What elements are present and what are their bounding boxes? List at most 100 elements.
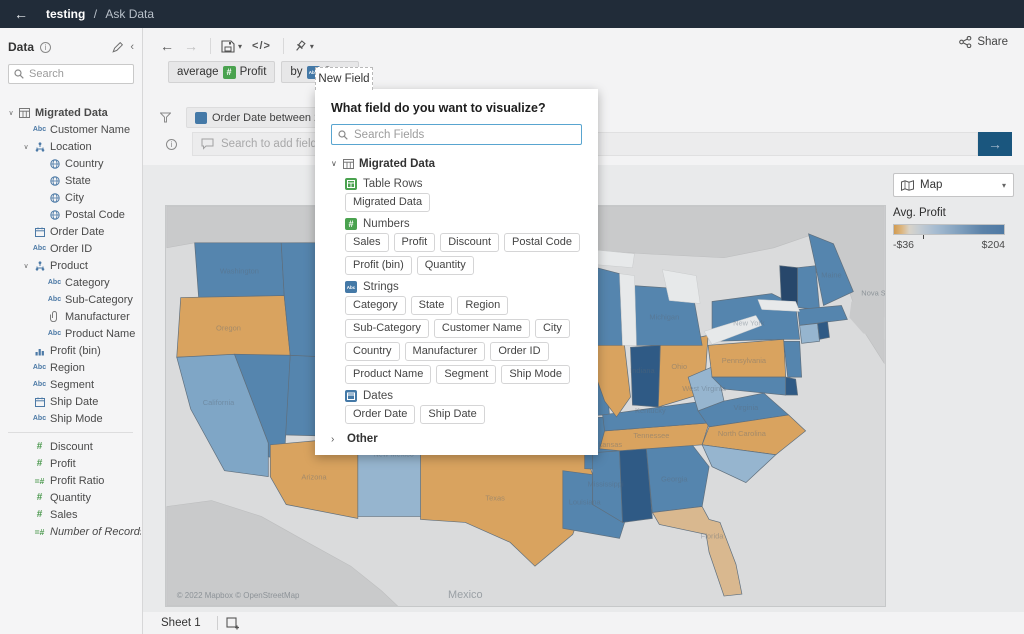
field-pill-ship-date[interactable]: Ship Date (420, 405, 485, 424)
field-pill-profit-bin-[interactable]: Profit (bin) (345, 256, 412, 275)
field-pill-customer-name[interactable]: Customer Name (433, 319, 530, 338)
back-arrow-icon[interactable]: ← (14, 6, 28, 22)
table-icon (16, 107, 33, 118)
field-pill-order-date[interactable]: Order Date (345, 405, 416, 424)
share-button[interactable]: Share (959, 36, 1008, 48)
field-pill-sub-category[interactable]: Sub-Category (345, 319, 429, 338)
save-button[interactable]: ▾ (221, 39, 242, 53)
new-sheet-button[interactable] (226, 616, 240, 630)
field-row-product[interactable]: ∨ Product (0, 257, 141, 274)
info-icon[interactable]: i (40, 41, 52, 53)
field-pill-product-name[interactable]: Product Name (345, 365, 432, 384)
field-pill-state[interactable]: State (410, 296, 453, 315)
datasource-table-icon (343, 158, 354, 169)
field-row-state[interactable]: State (0, 172, 141, 189)
chevron-down-icon[interactable]: ∨ (21, 143, 31, 151)
popup-field-groups: Table Rows Migrated Data # Numbers Sales Prof… (345, 178, 582, 424)
field-pill-discount[interactable]: Discount (440, 233, 500, 252)
field-label: Manufacturer (65, 310, 130, 323)
embed-code-button[interactable]: </> (252, 40, 271, 52)
collapse-pane-icon[interactable]: ‹ (130, 41, 134, 53)
field-row-profit-ratio[interactable]: =# Profit Ratio (0, 472, 141, 489)
field-row-ship-mode[interactable]: Abc Ship Mode (0, 410, 141, 427)
state-RI[interactable] (817, 321, 830, 340)
field-pill-quantity[interactable]: Quantity (416, 256, 474, 275)
edit-pencil-icon[interactable] (112, 41, 124, 53)
submit-query-button[interactable]: → (978, 132, 1012, 156)
field-row-city[interactable]: City (0, 189, 141, 206)
calculated-number-icon: =# (34, 526, 45, 537)
state-IN[interactable] (630, 344, 661, 408)
state-label: Oregon (216, 323, 241, 332)
field-row-category[interactable]: Abc Category (0, 274, 141, 291)
state-label: Georgia (661, 475, 688, 484)
field-row-discount[interactable]: # Discount (0, 438, 141, 455)
field-pill-region[interactable]: Region (457, 296, 509, 315)
field-row-country[interactable]: Country (0, 155, 141, 172)
popup-source-row[interactable]: ∨ Migrated Data (331, 155, 582, 172)
histogram-icon (31, 346, 48, 356)
number-icon: # (36, 458, 43, 469)
sheet-bar: Sheet 1 (143, 612, 1024, 634)
field-row-number-of-records[interactable]: =# Number of Records (0, 523, 141, 540)
field-row-profit-bin-[interactable]: Profit (bin) (0, 342, 141, 359)
state-DE[interactable] (785, 376, 799, 396)
redo-arrow-icon[interactable]: → (184, 38, 198, 54)
popup-search-input[interactable]: Search Fields (331, 124, 582, 145)
field-pill-country[interactable]: Country (345, 342, 400, 361)
query-pill-average-profit[interactable]: average # Profit (168, 61, 276, 83)
field-row-order-date[interactable]: Order Date (0, 223, 141, 240)
new-field-tab[interactable]: New Field (315, 67, 373, 90)
chevron-down-icon[interactable]: ∨ (21, 262, 31, 270)
breadcrumb-project[interactable]: testing (46, 7, 85, 21)
field-row-quantity[interactable]: # Quantity (0, 489, 141, 506)
legend-max: $204 (981, 239, 1005, 251)
field-row-migrated-data[interactable]: ∨ Migrated Data (0, 104, 141, 121)
state-NH[interactable] (797, 265, 820, 310)
great-lake (619, 273, 637, 346)
abc-icon: Abc (32, 245, 47, 252)
popup-group-table-rows: Table Rows (345, 178, 582, 190)
field-row-location[interactable]: ∨ Location (0, 138, 141, 155)
field-row-sub-category[interactable]: Abc Sub-Category (0, 291, 141, 308)
field-pill-manufacturer[interactable]: Manufacturer (404, 342, 486, 361)
field-pill-migrated-data[interactable]: Migrated Data (345, 193, 431, 212)
number-icon: # (36, 492, 43, 503)
field-row-product-name[interactable]: Abc Product Name (0, 325, 141, 342)
popup-search-placeholder: Search Fields (354, 128, 425, 141)
field-row-region[interactable]: Abc Region (0, 359, 141, 376)
field-pill-segment[interactable]: Segment (436, 365, 497, 384)
number-icon: # (36, 441, 43, 452)
sheet-tab[interactable]: Sheet 1 (153, 617, 209, 629)
popup-other-row[interactable]: › Other (331, 433, 582, 445)
chevron-down-icon[interactable]: ∨ (6, 109, 16, 117)
popup-source-label: Migrated Data (359, 157, 436, 170)
field-pill-profit[interactable]: Profit (393, 233, 436, 252)
popup-pill-group: Sales Profit Discount Postal Code Profit (bi… (345, 233, 582, 275)
field-pill-order-id[interactable]: Order ID (490, 342, 549, 361)
field-pill-ship-mode[interactable]: Ship Mode (501, 365, 570, 384)
field-pill-sales[interactable]: Sales (345, 233, 389, 252)
state-CT[interactable] (799, 323, 820, 344)
field-row-segment[interactable]: Abc Segment (0, 376, 141, 393)
field-row-postal-code[interactable]: Postal Code (0, 206, 141, 223)
field-row-sales[interactable]: # Sales (0, 506, 141, 523)
chevron-down-icon[interactable]: ∨ (331, 159, 343, 168)
data-pane-search[interactable]: Search (8, 64, 134, 84)
field-pill-postal-code[interactable]: Postal Code (504, 233, 580, 252)
field-pill-category[interactable]: Category (345, 296, 406, 315)
pin-button[interactable]: ▾ (294, 39, 314, 53)
viz-type-dropdown[interactable]: Map ▾ (893, 173, 1014, 197)
field-row-profit[interactable]: # Profit (0, 455, 141, 472)
state-label: Tennessee (633, 431, 669, 440)
ask-info-icon[interactable]: i (166, 138, 177, 150)
field-row-customer-name[interactable]: Abc Customer Name (0, 121, 141, 138)
field-row-order-id[interactable]: Abc Order ID (0, 240, 141, 257)
field-row-manufacturer[interactable]: Manufacturer (0, 308, 141, 325)
field-label: Migrated Data (35, 106, 108, 119)
field-row-ship-date[interactable]: Ship Date (0, 393, 141, 410)
globe-icon (46, 209, 63, 220)
field-label: Product Name (65, 327, 136, 340)
field-pill-city[interactable]: City (534, 319, 570, 338)
undo-arrow-icon[interactable]: ← (160, 38, 174, 54)
